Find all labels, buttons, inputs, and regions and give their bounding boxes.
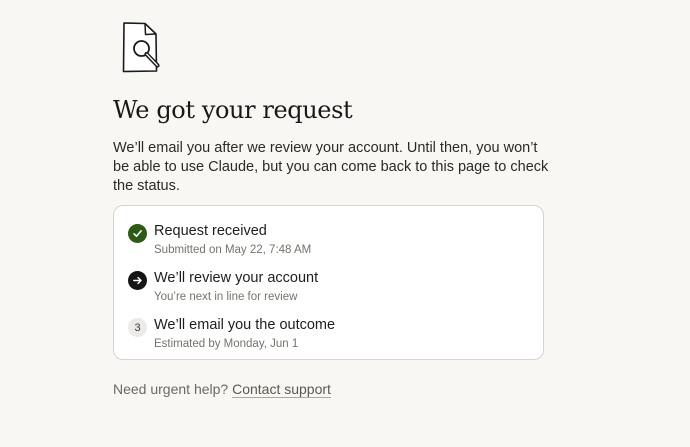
step-title: Request received — [154, 223, 267, 239]
contact-support-link[interactable]: Contact support — [232, 381, 331, 397]
step-title: We’ll review your account — [154, 270, 319, 286]
step-review-account: We’ll review your account You’re next in… — [128, 268, 528, 304]
check-icon — [128, 224, 147, 243]
arrow-right-icon — [128, 271, 147, 290]
page-description: We’ll email you after we review your acc… — [113, 140, 549, 194]
help-footer: Need urgent help? Contact support — [113, 381, 331, 397]
page-title: We got your request — [113, 96, 353, 124]
status-steps-card: Request received Submitted on May 22, 7:… — [113, 205, 544, 360]
document-magnifier-icon — [118, 20, 166, 78]
step-subtitle: Estimated by Monday, Jun 1 — [154, 338, 299, 350]
step-request-received: Request received Submitted on May 22, 7:… — [128, 221, 528, 257]
step-number-badge: 3 — [128, 318, 147, 337]
help-prefix: Need urgent help? — [113, 381, 229, 397]
step-subtitle: Submitted on May 22, 7:48 AM — [154, 244, 312, 256]
step-subtitle: You’re next in line for review — [154, 291, 298, 303]
step-title: We’ll email you the outcome — [154, 317, 336, 333]
step-email-outcome: 3 We’ll email you the outcome Estimated … — [128, 315, 528, 351]
